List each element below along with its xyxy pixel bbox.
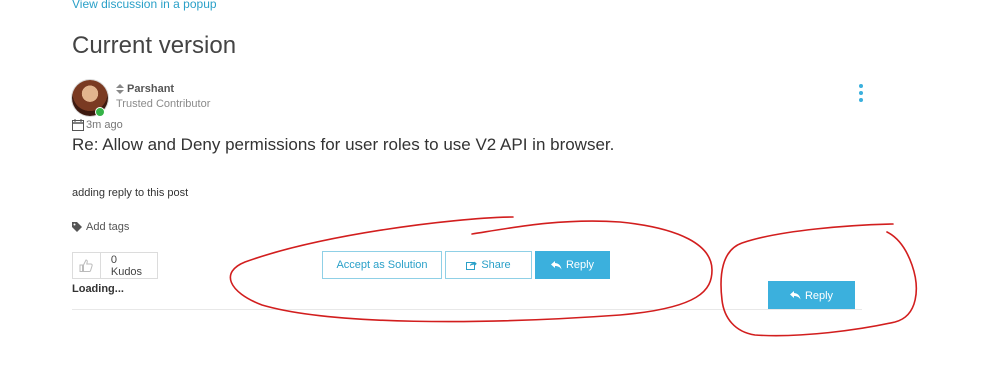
annotation-circle-reply [720, 223, 918, 337]
annotation-overlay [229, 216, 918, 337]
annotation-circle-actions [229, 216, 713, 323]
